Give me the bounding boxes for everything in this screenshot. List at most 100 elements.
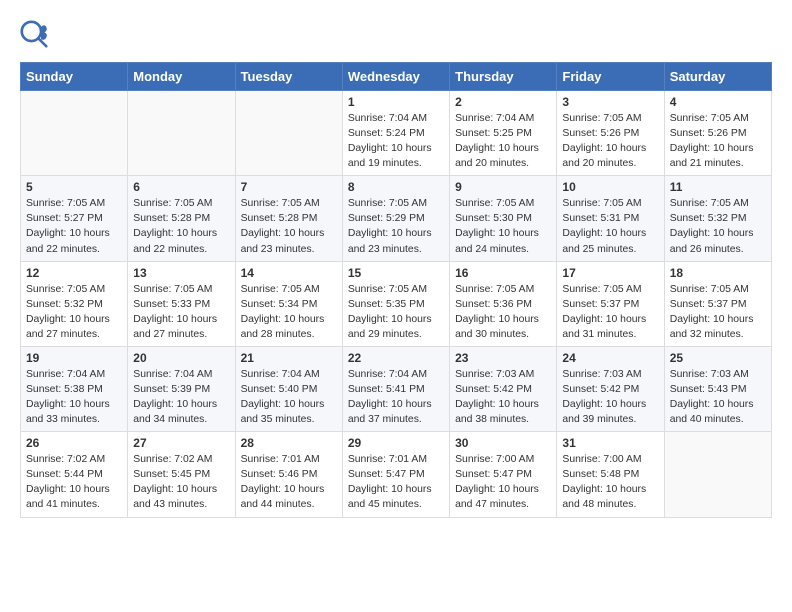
day-cell: 18 Sunrise: 7:05 AM Sunset: 5:37 PM Dayli… (664, 261, 771, 346)
day-info: Sunrise: 7:03 AM Sunset: 5:43 PM Dayligh… (670, 367, 766, 427)
day-number: 20 (133, 351, 229, 365)
day-info: Sunrise: 7:05 AM Sunset: 5:33 PM Dayligh… (133, 282, 229, 342)
day-info: Sunrise: 7:04 AM Sunset: 5:41 PM Dayligh… (348, 367, 444, 427)
day-number: 28 (241, 436, 337, 450)
day-info: Sunrise: 7:03 AM Sunset: 5:42 PM Dayligh… (562, 367, 658, 427)
weekday-header-saturday: Saturday (664, 63, 771, 91)
weekday-header-sunday: Sunday (21, 63, 128, 91)
day-cell: 13 Sunrise: 7:05 AM Sunset: 5:33 PM Dayli… (128, 261, 235, 346)
day-info: Sunrise: 7:00 AM Sunset: 5:47 PM Dayligh… (455, 452, 551, 512)
day-cell: 3 Sunrise: 7:05 AM Sunset: 5:26 PM Daylig… (557, 91, 664, 176)
day-number: 30 (455, 436, 551, 450)
day-number: 6 (133, 180, 229, 194)
week-row-4: 19Sunrise: 7:04 AM Sunset: 5:38 PM Dayli… (21, 346, 772, 431)
day-number: 8 (348, 180, 444, 194)
day-info: Sunrise: 7:04 AM Sunset: 5:38 PM Dayligh… (26, 367, 122, 427)
day-number: 27 (133, 436, 229, 450)
day-number: 11 (670, 180, 766, 194)
day-cell: 24 Sunrise: 7:03 AM Sunset: 5:42 PM Dayli… (557, 346, 664, 431)
day-number: 2 (455, 95, 551, 109)
weekday-header-friday: Friday (557, 63, 664, 91)
day-cell (128, 91, 235, 176)
day-cell: 26 Sunrise: 7:02 AM Sunset: 5:44 PM Dayli… (21, 432, 128, 517)
day-info: Sunrise: 7:05 AM Sunset: 5:37 PM Dayligh… (562, 282, 658, 342)
day-number: 15 (348, 266, 444, 280)
day-info: Sunrise: 7:02 AM Sunset: 5:44 PM Dayligh… (26, 452, 122, 512)
day-cell: 9 Sunrise: 7:05 AM Sunset: 5:30 PM Daylig… (450, 176, 557, 261)
day-number: 10 (562, 180, 658, 194)
page: SundayMondayTuesdayWednesdayThursdayFrid… (0, 0, 792, 528)
day-cell: 1 Sunrise: 7:04 AM Sunset: 5:24 PM Daylig… (342, 91, 449, 176)
weekday-header-tuesday: Tuesday (235, 63, 342, 91)
day-cell: 17 Sunrise: 7:05 AM Sunset: 5:37 PM Dayli… (557, 261, 664, 346)
day-info: Sunrise: 7:05 AM Sunset: 5:32 PM Dayligh… (26, 282, 122, 342)
day-number: 7 (241, 180, 337, 194)
day-info: Sunrise: 7:05 AM Sunset: 5:32 PM Dayligh… (670, 196, 766, 256)
week-row-3: 12 Sunrise: 7:05 AM Sunset: 5:32 PM Dayli… (21, 261, 772, 346)
weekday-header-thursday: Thursday (450, 63, 557, 91)
day-cell: 10 Sunrise: 7:05 AM Sunset: 5:31 PM Dayli… (557, 176, 664, 261)
day-number: 23 (455, 351, 551, 365)
day-info: Sunrise: 7:04 AM Sunset: 5:39 PM Dayligh… (133, 367, 229, 427)
day-number: 9 (455, 180, 551, 194)
day-cell: 8Sunrise: 7:05 AM Sunset: 5:29 PM Daylig… (342, 176, 449, 261)
day-cell: 29 Sunrise: 7:01 AM Sunset: 5:47 PM Dayli… (342, 432, 449, 517)
day-cell: 27 Sunrise: 7:02 AM Sunset: 5:45 PM Dayli… (128, 432, 235, 517)
day-info: Sunrise: 7:05 AM Sunset: 5:30 PM Dayligh… (455, 196, 551, 256)
day-info: Sunrise: 7:05 AM Sunset: 5:36 PM Dayligh… (455, 282, 551, 342)
logo (20, 20, 50, 48)
day-number: 13 (133, 266, 229, 280)
day-cell: 23 Sunrise: 7:03 AM Sunset: 5:42 PM Dayli… (450, 346, 557, 431)
day-cell: 4Sunrise: 7:05 AM Sunset: 5:26 PM Daylig… (664, 91, 771, 176)
day-cell: 30 Sunrise: 7:00 AM Sunset: 5:47 PM Dayli… (450, 432, 557, 517)
day-cell: 5Sunrise: 7:05 AM Sunset: 5:27 PM Daylig… (21, 176, 128, 261)
day-cell (235, 91, 342, 176)
day-cell: 22 Sunrise: 7:04 AM Sunset: 5:41 PM Dayli… (342, 346, 449, 431)
day-info: Sunrise: 7:04 AM Sunset: 5:25 PM Dayligh… (455, 111, 551, 171)
day-info: Sunrise: 7:05 AM Sunset: 5:31 PM Dayligh… (562, 196, 658, 256)
day-info: Sunrise: 7:05 AM Sunset: 5:37 PM Dayligh… (670, 282, 766, 342)
day-info: Sunrise: 7:04 AM Sunset: 5:24 PM Dayligh… (348, 111, 444, 171)
day-cell (664, 432, 771, 517)
day-info: Sunrise: 7:05 AM Sunset: 5:28 PM Dayligh… (133, 196, 229, 256)
day-number: 14 (241, 266, 337, 280)
week-row-5: 26 Sunrise: 7:02 AM Sunset: 5:44 PM Dayli… (21, 432, 772, 517)
day-cell: 11 Sunrise: 7:05 AM Sunset: 5:32 PM Dayli… (664, 176, 771, 261)
day-info: Sunrise: 7:02 AM Sunset: 5:45 PM Dayligh… (133, 452, 229, 512)
day-info: Sunrise: 7:01 AM Sunset: 5:47 PM Dayligh… (348, 452, 444, 512)
day-number: 1 (348, 95, 444, 109)
day-info: Sunrise: 7:05 AM Sunset: 5:28 PM Dayligh… (241, 196, 337, 256)
weekday-header-wednesday: Wednesday (342, 63, 449, 91)
logo-icon (20, 20, 48, 48)
day-number: 25 (670, 351, 766, 365)
day-cell: 12 Sunrise: 7:05 AM Sunset: 5:32 PM Dayli… (21, 261, 128, 346)
week-row-2: 5Sunrise: 7:05 AM Sunset: 5:27 PM Daylig… (21, 176, 772, 261)
calendar: SundayMondayTuesdayWednesdayThursdayFrid… (20, 62, 772, 518)
day-cell: 7 Sunrise: 7:05 AM Sunset: 5:28 PM Daylig… (235, 176, 342, 261)
day-number: 18 (670, 266, 766, 280)
day-info: Sunrise: 7:03 AM Sunset: 5:42 PM Dayligh… (455, 367, 551, 427)
day-number: 12 (26, 266, 122, 280)
day-cell: 19Sunrise: 7:04 AM Sunset: 5:38 PM Dayli… (21, 346, 128, 431)
day-info: Sunrise: 7:00 AM Sunset: 5:48 PM Dayligh… (562, 452, 658, 512)
weekday-header-row: SundayMondayTuesdayWednesdayThursdayFrid… (21, 63, 772, 91)
day-number: 31 (562, 436, 658, 450)
day-cell (21, 91, 128, 176)
day-info: Sunrise: 7:01 AM Sunset: 5:46 PM Dayligh… (241, 452, 337, 512)
day-cell: 25 Sunrise: 7:03 AM Sunset: 5:43 PM Dayli… (664, 346, 771, 431)
day-number: 22 (348, 351, 444, 365)
day-number: 24 (562, 351, 658, 365)
day-number: 17 (562, 266, 658, 280)
day-cell: 16 Sunrise: 7:05 AM Sunset: 5:36 PM Dayli… (450, 261, 557, 346)
day-cell: 21Sunrise: 7:04 AM Sunset: 5:40 PM Dayli… (235, 346, 342, 431)
day-number: 4 (670, 95, 766, 109)
day-number: 16 (455, 266, 551, 280)
day-info: Sunrise: 7:05 AM Sunset: 5:27 PM Dayligh… (26, 196, 122, 256)
day-number: 26 (26, 436, 122, 450)
day-number: 3 (562, 95, 658, 109)
day-cell: 20 Sunrise: 7:04 AM Sunset: 5:39 PM Dayli… (128, 346, 235, 431)
day-number: 29 (348, 436, 444, 450)
day-info: Sunrise: 7:05 AM Sunset: 5:35 PM Dayligh… (348, 282, 444, 342)
day-info: Sunrise: 7:05 AM Sunset: 5:26 PM Dayligh… (562, 111, 658, 171)
day-info: Sunrise: 7:04 AM Sunset: 5:40 PM Dayligh… (241, 367, 337, 427)
